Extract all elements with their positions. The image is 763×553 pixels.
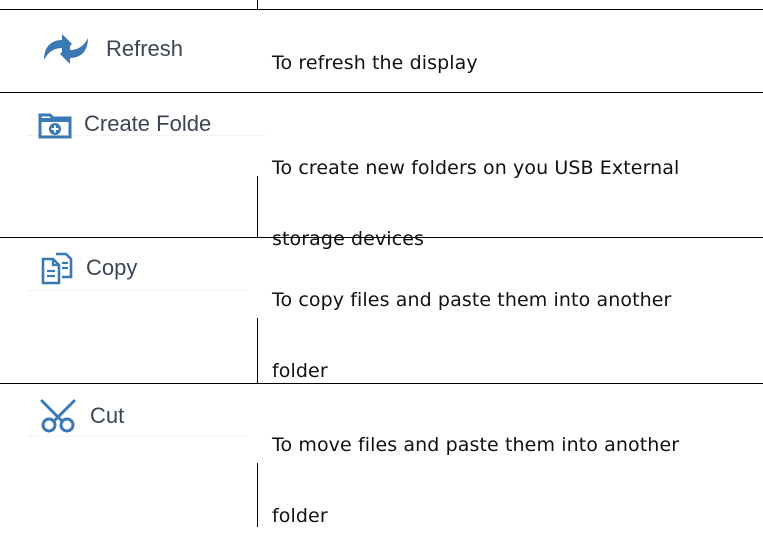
description-line: To refresh the display (272, 52, 478, 74)
button-underline (28, 287, 248, 291)
copy-label: Copy (86, 255, 138, 280)
cut-description: To move files and paste them into anothe… (272, 409, 679, 553)
description-line: To create new folders on you USB Externa… (272, 157, 680, 179)
refresh-label: Refresh (106, 36, 184, 61)
refresh-icon (38, 32, 94, 66)
description-line: folder (272, 505, 328, 527)
description-line: To move files and paste them into anothe… (272, 434, 680, 456)
refresh-button[interactable]: Refresh (38, 32, 183, 66)
cut-button[interactable]: Cut (38, 399, 124, 433)
refresh-description: To refresh the display (272, 52, 478, 74)
copy-icon (40, 251, 74, 285)
table-row: Cut To move files and paste them into an… (0, 383, 763, 527)
description-line: To copy files and paste them into anothe… (272, 289, 672, 311)
column-divider (257, 0, 258, 9)
cut-icon (38, 399, 78, 433)
table-row: Refresh To refresh the display (0, 9, 763, 92)
table-row: Copy To copy files and paste them into a… (0, 237, 763, 383)
table-row: Create Folde To create new folders on yo… (0, 92, 763, 250)
cut-label: Cut (90, 403, 125, 428)
copy-button[interactable]: Copy (40, 251, 137, 285)
create-folder-label: Create Folde (84, 111, 212, 136)
create-folder-button[interactable]: Create Folde (38, 109, 211, 139)
button-underline (28, 433, 248, 437)
create-folder-icon (38, 109, 72, 139)
